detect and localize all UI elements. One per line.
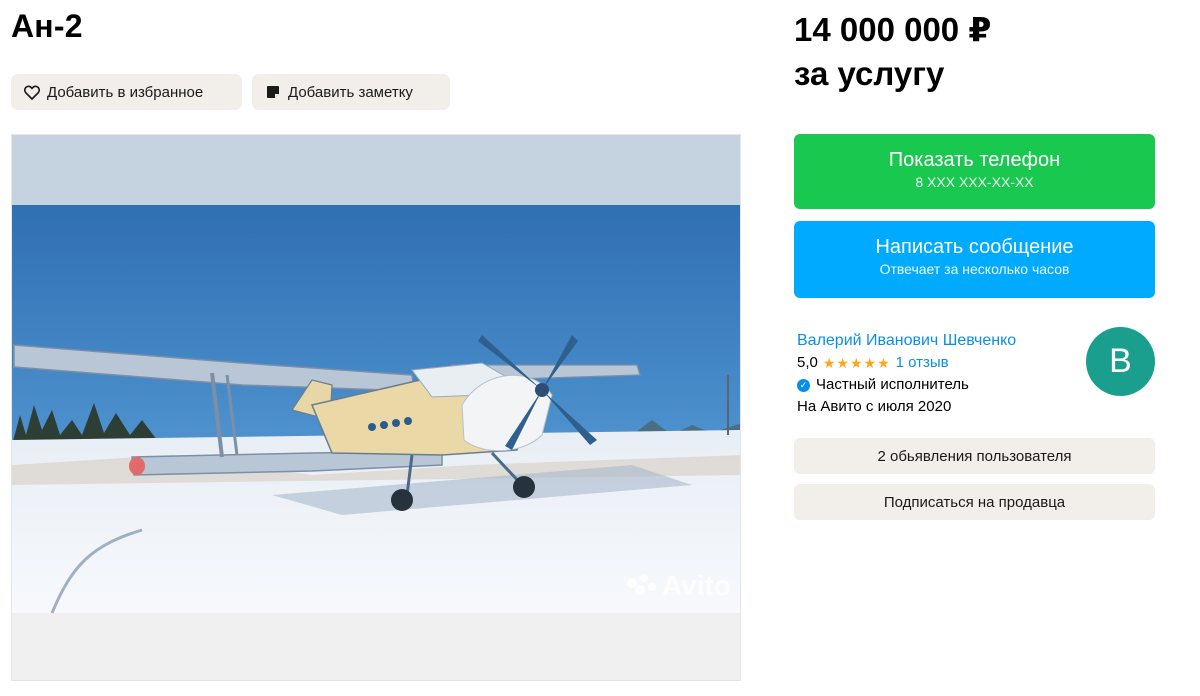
add-to-favorites-button[interactable]: Добавить в избранное <box>11 74 242 110</box>
seller-rating: 5,0 ★★★★★ 1 отзыв <box>797 352 1087 374</box>
seller-since: На Авито с июля 2020 <box>797 398 952 415</box>
rating-value: 5,0 <box>797 354 818 371</box>
seller-name-link[interactable]: Валерий Иванович Шевченко <box>797 330 1087 352</box>
subscribe-seller-button[interactable]: Подписаться на продавца <box>794 484 1155 520</box>
verified-check-icon: ✓ <box>797 378 810 392</box>
seller-type: ✓ Частный исполнитель <box>797 374 1087 396</box>
listing-photo[interactable]: Avito <box>11 134 741 681</box>
price-block: 14 000 000 ₽ за услугу <box>794 8 991 96</box>
star-icons: ★★★★★ <box>822 355 891 371</box>
show-phone-button[interactable]: Показать телефон 8 XXX XXX-XX-XX <box>794 134 1155 209</box>
listing-title: Ан-2 <box>11 8 83 44</box>
reviews-link[interactable]: 1 отзыв <box>896 352 949 374</box>
add-note-button[interactable]: Добавить заметку <box>252 74 450 110</box>
show-phone-label: Показать телефон <box>888 149 1061 171</box>
add-to-favorites-label: Добавить в избранное <box>47 83 204 101</box>
heart-icon <box>23 83 41 101</box>
price-unit: за услугу <box>794 55 945 92</box>
photo-watermark: Avito <box>662 570 731 601</box>
write-message-label: Написать сообщение <box>875 236 1074 258</box>
price-amount: 14 000 000 ₽ <box>794 11 992 48</box>
response-time: Отвечает за несколько часов <box>879 261 1070 277</box>
add-note-label: Добавить заметку <box>288 83 413 101</box>
phone-masked: 8 XXX XXX-XX-XX <box>915 174 1034 190</box>
note-icon <box>264 83 282 101</box>
seller-info: Валерий Иванович Шевченко 5,0 ★★★★★ 1 от… <box>797 330 1087 418</box>
write-message-button[interactable]: Написать сообщение Отвечает за несколько… <box>794 221 1155 298</box>
user-ads-button[interactable]: 2 обьявления пользователя <box>794 438 1155 474</box>
seller-type-label: Частный исполнитель <box>816 376 969 393</box>
seller-avatar[interactable]: В <box>1086 327 1155 396</box>
